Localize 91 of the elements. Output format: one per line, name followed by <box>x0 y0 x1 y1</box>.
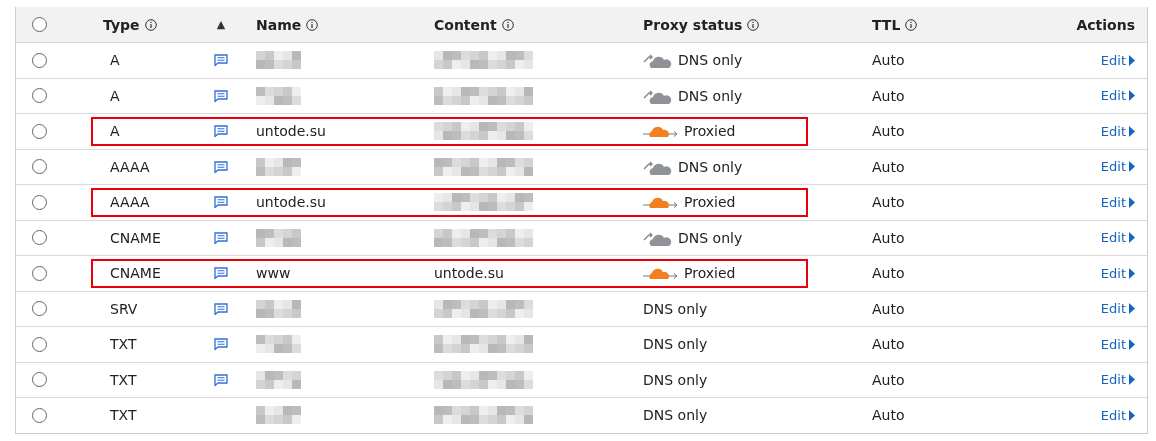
edit-link[interactable]: Edit <box>1100 52 1135 68</box>
comment-icon[interactable] <box>214 231 228 244</box>
row-checkbox[interactable] <box>32 407 47 423</box>
column-header: Actions <box>1076 16 1135 33</box>
ttl-value: Auto <box>872 52 905 69</box>
proxy-status: DNS only <box>678 158 743 175</box>
row-checkbox[interactable] <box>32 336 47 352</box>
proxy-status: DNS only <box>678 87 743 104</box>
record-type: CNAME <box>110 229 161 246</box>
row-checkbox[interactable] <box>32 194 47 210</box>
record-type: SRV <box>110 300 138 317</box>
comment-icon[interactable] <box>214 338 228 351</box>
ttl-value: Auto <box>872 87 905 104</box>
comment-icon[interactable] <box>214 267 228 280</box>
edit-link[interactable]: Edit <box>1100 301 1135 317</box>
comment-icon[interactable] <box>214 125 228 138</box>
caret-icon <box>1129 374 1135 386</box>
column-header: Proxy status <box>643 16 743 33</box>
edit-link[interactable]: Edit <box>1100 265 1135 281</box>
record-type: A <box>110 123 120 140</box>
record-type: TXT <box>110 371 137 388</box>
record-type: CNAME <box>110 265 161 282</box>
ttl-value: Auto <box>872 229 905 246</box>
caret-icon <box>1129 161 1135 173</box>
row-checkbox[interactable] <box>32 123 47 139</box>
proxy-status: DNS only <box>643 300 708 317</box>
sort-icon[interactable]: ▲ <box>216 18 226 31</box>
cloud-arrow-icon <box>643 266 679 281</box>
record-content: untode.su <box>434 265 504 282</box>
row-checkbox[interactable] <box>32 52 47 68</box>
caret-icon <box>1129 409 1135 421</box>
edit-link[interactable]: Edit <box>1100 123 1135 139</box>
ttl-value: Auto <box>872 336 905 353</box>
record-name: www <box>256 265 291 282</box>
proxy-status: Proxied <box>684 123 736 140</box>
record-type: TXT <box>110 407 137 424</box>
ttl-value: Auto <box>872 158 905 175</box>
ttl-value: Auto <box>872 123 905 140</box>
caret-icon <box>1129 338 1135 350</box>
proxy-status: Proxied <box>684 265 736 282</box>
proxy-status: DNS only <box>643 336 708 353</box>
cloud-arrow-icon <box>643 195 679 210</box>
ttl-value: Auto <box>872 407 905 424</box>
caret-icon <box>1129 125 1135 137</box>
proxy-status: DNS only <box>643 407 708 424</box>
record-name: untode.su <box>256 123 326 140</box>
column-header: Name <box>256 16 302 33</box>
record-type: AAAA <box>110 158 150 175</box>
caret-icon <box>1129 54 1135 66</box>
record-type: TXT <box>110 336 137 353</box>
caret-icon <box>1129 267 1135 279</box>
cloud-arrow-icon <box>643 124 679 139</box>
edit-link[interactable]: Edit <box>1100 230 1135 246</box>
row-checkbox[interactable] <box>32 88 47 104</box>
comment-icon[interactable] <box>214 54 228 67</box>
comment-icon[interactable] <box>214 89 228 102</box>
comment-icon[interactable] <box>214 196 228 209</box>
edit-link[interactable]: Edit <box>1100 88 1135 104</box>
row-checkbox[interactable] <box>32 372 47 388</box>
edit-link[interactable]: Edit <box>1100 372 1135 388</box>
column-header: TTL <box>872 16 901 33</box>
edit-link[interactable]: Edit <box>1100 407 1135 423</box>
proxy-status: DNS only <box>678 52 743 69</box>
column-header: Type <box>103 16 140 33</box>
caret-icon <box>1129 90 1135 102</box>
edit-link[interactable]: Edit <box>1100 159 1135 175</box>
record-name: untode.su <box>256 194 326 211</box>
proxy-status: Proxied <box>684 194 736 211</box>
ttl-value: Auto <box>872 194 905 211</box>
comment-icon[interactable] <box>214 373 228 386</box>
comment-icon[interactable] <box>214 302 228 315</box>
proxy-status: DNS only <box>643 371 708 388</box>
proxy-status: DNS only <box>678 229 743 246</box>
caret-icon <box>1129 303 1135 315</box>
ttl-value: Auto <box>872 265 905 282</box>
row-checkbox[interactable] <box>32 301 47 317</box>
row-checkbox[interactable] <box>32 159 47 175</box>
select-all-checkbox[interactable] <box>32 17 47 32</box>
edit-link[interactable]: Edit <box>1100 336 1135 352</box>
record-type: A <box>110 52 120 69</box>
record-type: AAAA <box>110 194 150 211</box>
caret-icon <box>1129 232 1135 244</box>
comment-icon[interactable] <box>214 160 228 173</box>
record-type: A <box>110 87 120 104</box>
ttl-value: Auto <box>872 371 905 388</box>
ttl-value: Auto <box>872 300 905 317</box>
column-header: Content <box>434 16 497 33</box>
row-checkbox[interactable] <box>32 230 47 246</box>
row-checkbox[interactable] <box>32 265 47 281</box>
caret-icon <box>1129 196 1135 208</box>
edit-link[interactable]: Edit <box>1100 194 1135 210</box>
